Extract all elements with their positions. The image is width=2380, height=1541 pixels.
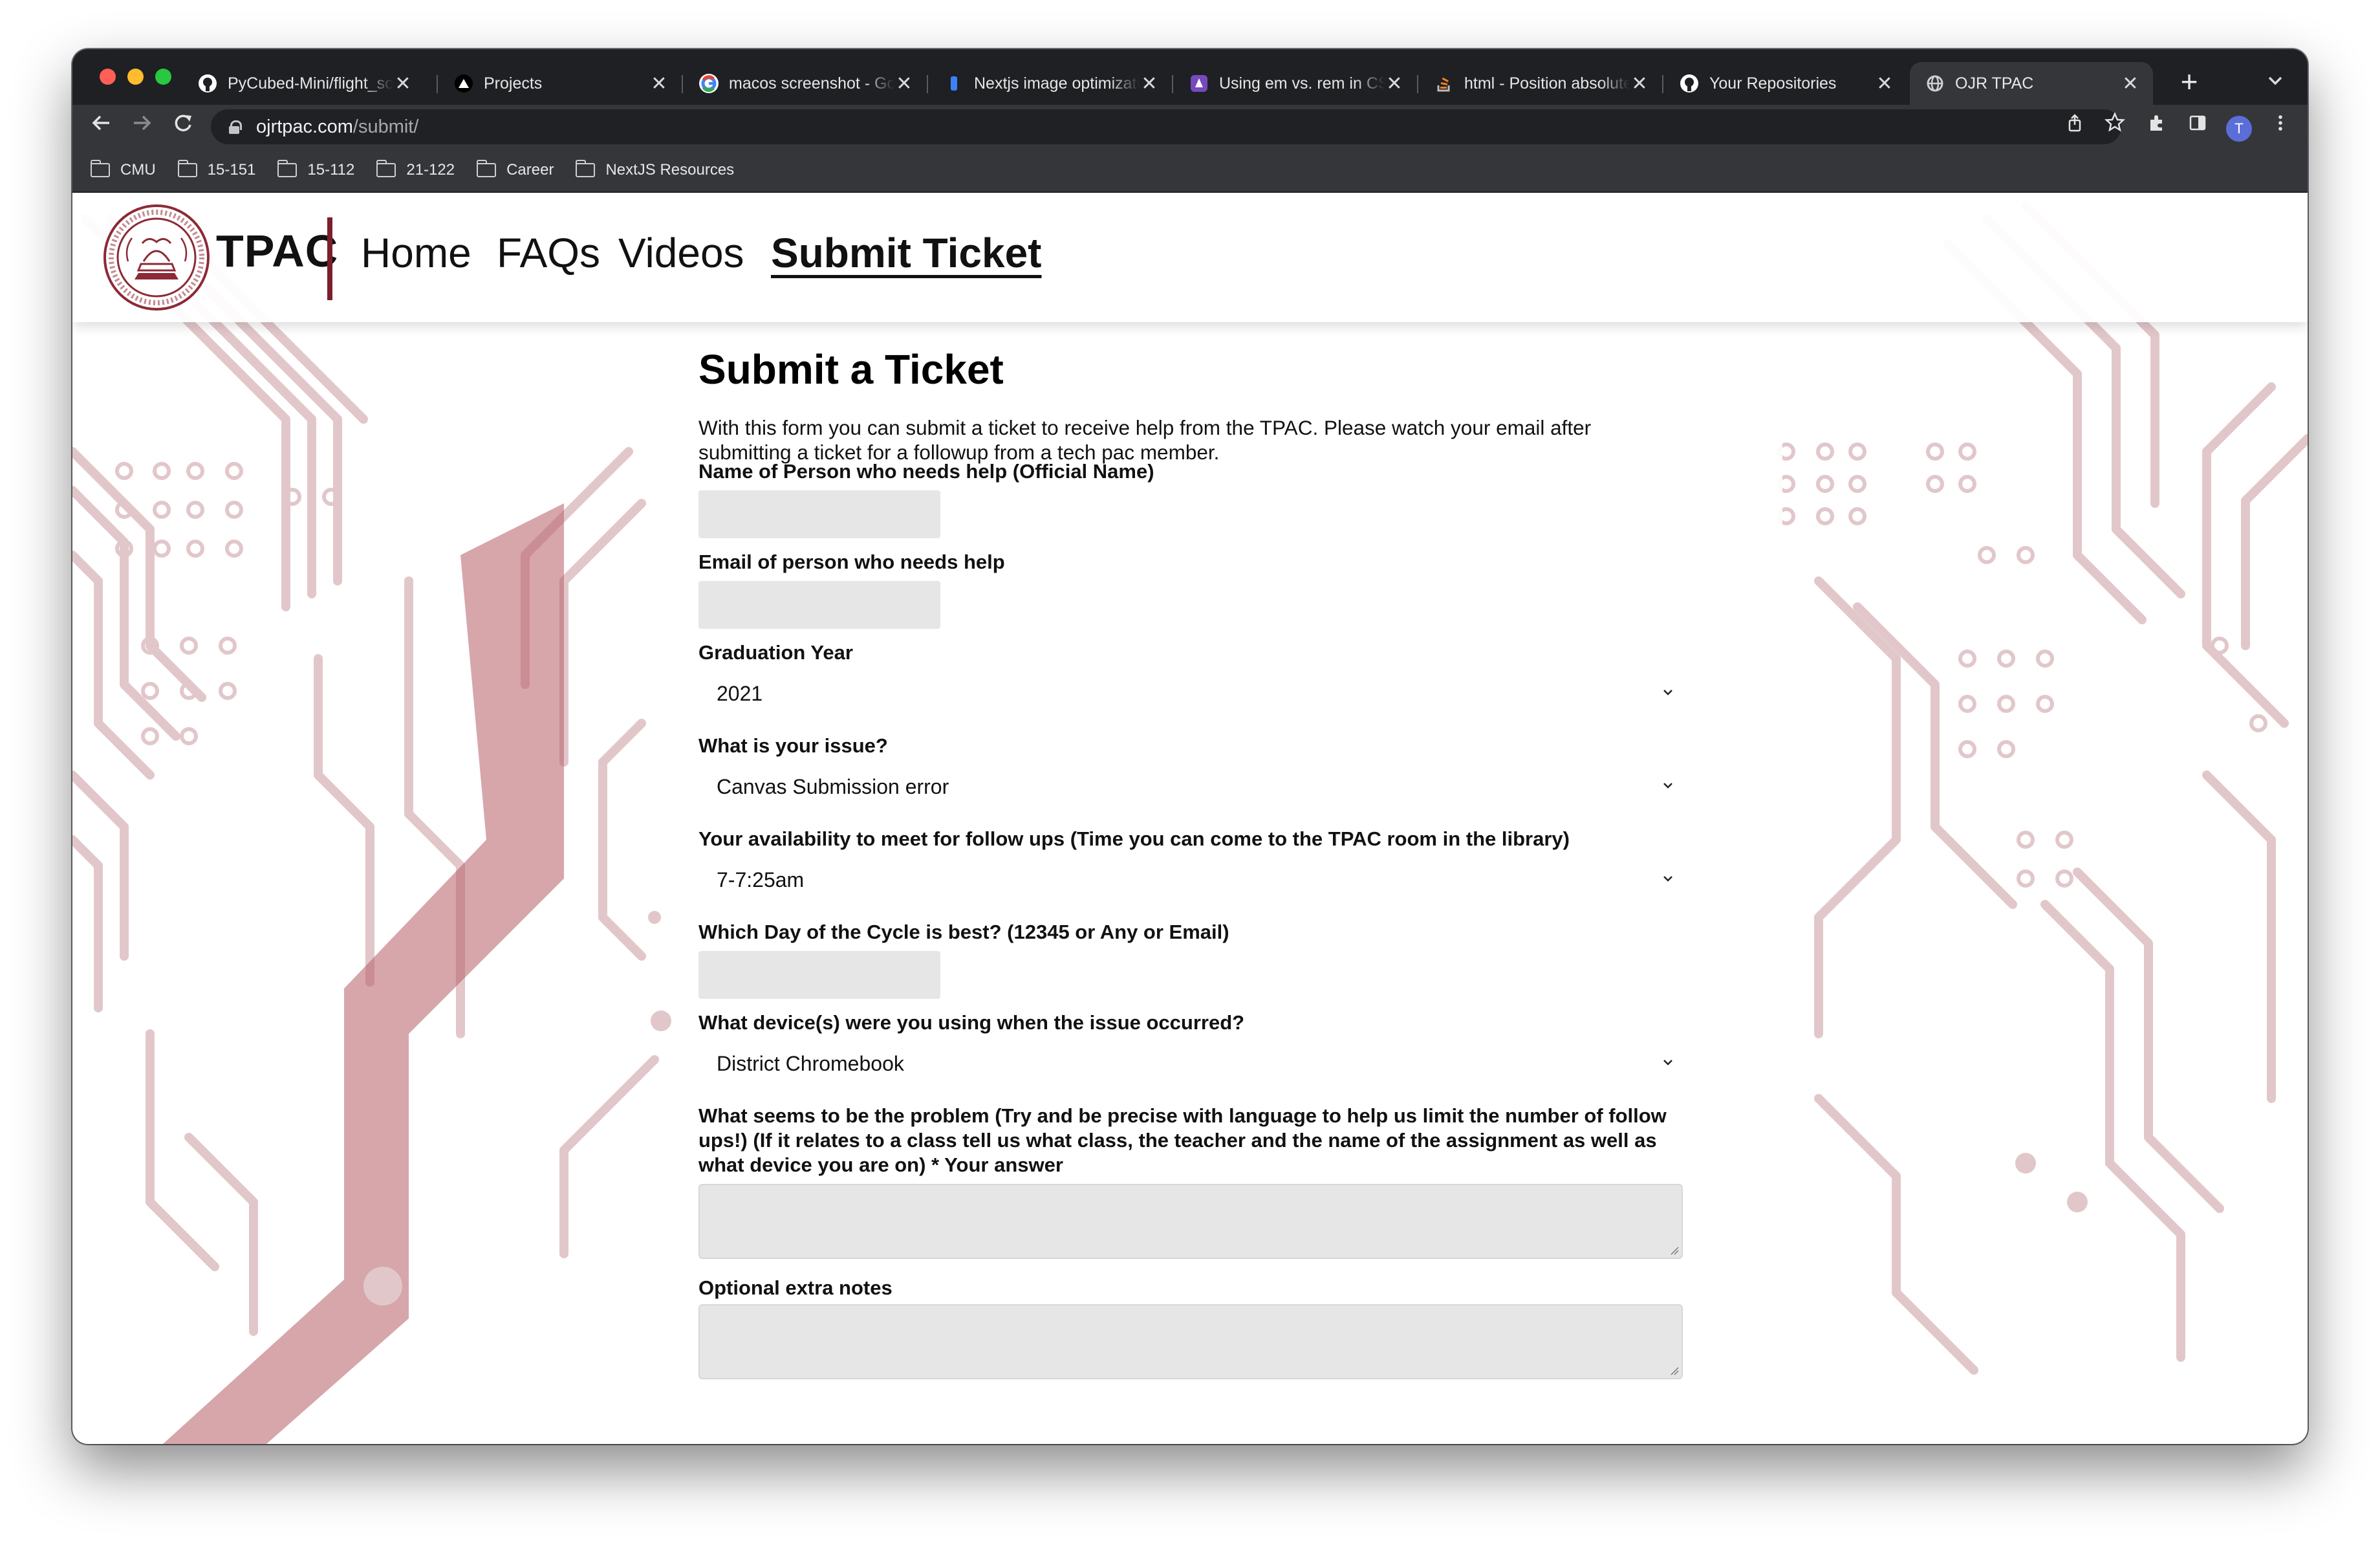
extensions-icon[interactable] [2141,111,2172,142]
problem-textarea[interactable] [698,1184,1683,1259]
folder-icon [576,160,596,177]
folder-icon [277,160,298,177]
address-bar[interactable]: ojrtpac.com/submit/ [211,109,2121,144]
nav-submit-ticket-link[interactable]: Submit Ticket [771,229,1041,277]
device-label: What device(s) were you using when the i… [698,1011,1245,1034]
more-menu-icon[interactable] [2265,111,2296,142]
stackoverflow-icon [1434,74,1454,93]
availability-label: Your availability to meet for follow ups… [698,827,1570,850]
email-input[interactable] [698,581,940,629]
vercel-icon [454,74,473,93]
close-tab-icon[interactable]: ✕ [1630,72,1649,95]
resize-grip-icon[interactable] [1669,1365,1679,1375]
nav-videos-link[interactable]: Videos [618,229,744,277]
site-header: TPAC Home FAQs Videos Submit Ticket [72,193,2308,322]
close-tab-icon[interactable]: ✕ [1140,72,1159,95]
forward-arrow-icon[interactable] [127,111,158,142]
tab-projects[interactable]: Projects ✕ [438,62,682,105]
zoom-window-button[interactable] [155,69,171,85]
profile-avatar[interactable]: T [2226,116,2252,142]
form-intro: With this form you can submit a ticket t… [698,416,1592,464]
side-panel-icon[interactable] [2182,111,2213,142]
device-select[interactable]: District Chromebook [698,1036,1683,1091]
email-label: Email of person who needs help [698,551,1005,573]
share-icon[interactable] [2059,111,2090,142]
new-tab-button[interactable]: + [2169,62,2209,102]
folder-icon [177,160,197,177]
name-label: Name of Person who needs help (Official … [698,460,1154,483]
globe-icon [1925,74,1945,93]
folder-icon [477,160,497,177]
browser-window: PyCubed-Mini/flight_software ✕ Projects … [72,49,2308,1444]
minimize-window-button[interactable] [127,69,144,85]
back-arrow-icon[interactable] [85,111,116,142]
github-icon [198,74,217,93]
tab-em-vs-rem[interactable]: Using em vs. rem in CSS ✕ [1174,62,1417,105]
tab-your-repositories[interactable]: Your Repositories ✕ [1664,62,1907,105]
nav-home-link[interactable]: Home [361,229,471,277]
chevron-down-icon [1661,868,1675,888]
bookmark-folder-15-151[interactable]: 15-151 [177,160,255,179]
cycle-day-label: Which Day of the Cycle is best? (12345 o… [698,921,1229,943]
close-tab-icon[interactable]: ✕ [894,72,914,95]
resize-grip-icon[interactable] [1669,1245,1679,1255]
notes-label: Optional extra notes [698,1276,892,1299]
bookmarks-bar: CMU 15-151 15-112 21-122 Career NextJS R… [72,149,2308,193]
folder-icon [376,160,396,177]
availability-select[interactable]: 7-7:25am [698,853,1683,907]
tab-pycubed[interactable]: PyCubed-Mini/flight_software ✕ [182,62,426,105]
close-tab-icon[interactable]: ✕ [1875,72,1894,95]
tab-ojr-tpac[interactable]: OJR TPAC ✕ [1910,62,2153,105]
bookmark-folder-career[interactable]: Career [477,160,554,179]
logrocket-icon [1189,74,1209,93]
close-tab-icon[interactable]: ✕ [649,72,669,95]
bookmark-folder-15-112[interactable]: 15-112 [277,160,354,179]
tab-search-chevron-icon[interactable] [2266,71,2284,92]
bookmark-star-icon[interactable] [2099,111,2130,142]
school-seal-logo [103,204,210,311]
graduation-year-label: Graduation Year [698,641,853,664]
page-viewport: TPAC Home FAQs Videos Submit Ticket Subm… [72,193,2308,1444]
bookmark-folder-cmu[interactable]: CMU [91,160,156,179]
graduation-year-select[interactable]: 2021 [698,666,1683,721]
window-controls [100,69,171,85]
google-icon [699,74,719,93]
close-tab-icon[interactable]: ✕ [393,72,413,95]
cycle-day-input[interactable] [698,951,940,999]
bookmark-icon [944,74,964,93]
page-title: Submit a Ticket [698,346,1004,393]
tab-nextjs-image[interactable]: Nextjs image optimization ✕ [929,62,1172,105]
github-icon [1680,74,1699,93]
notes-textarea[interactable] [698,1304,1683,1379]
brand-divider [327,217,332,300]
name-input[interactable] [698,490,940,538]
site-brand[interactable]: TPAC [216,225,338,277]
nav-faqs-link[interactable]: FAQs [497,229,600,277]
issue-label: What is your issue? [698,734,888,757]
tab-strip: PyCubed-Mini/flight_software ✕ Projects … [72,49,2308,105]
problem-label: What seems to be the problem (Try and be… [698,1104,1667,1176]
bookmark-folder-nextjs-resources[interactable]: NextJS Resources [576,160,734,179]
folder-icon [91,160,110,177]
close-window-button[interactable] [100,69,116,85]
chevron-down-icon [1661,682,1675,702]
tab-macos-screenshot[interactable]: macos screenshot - Google Search ✕ [684,62,927,105]
reload-icon[interactable] [168,111,199,142]
browser-toolbar: ojrtpac.com/submit/ T [72,105,2308,149]
bookmark-folder-21-122[interactable]: 21-122 [376,160,455,179]
issue-select[interactable]: Canvas Submission error [698,760,1683,814]
close-tab-icon[interactable]: ✕ [2121,72,2140,95]
lock-icon[interactable] [229,120,242,134]
chevron-down-icon [1661,1052,1675,1072]
chevron-down-icon [1661,775,1675,795]
close-tab-icon[interactable]: ✕ [1385,72,1404,95]
tab-position-absolute[interactable]: html - Position absolute ✕ [1419,62,1662,105]
